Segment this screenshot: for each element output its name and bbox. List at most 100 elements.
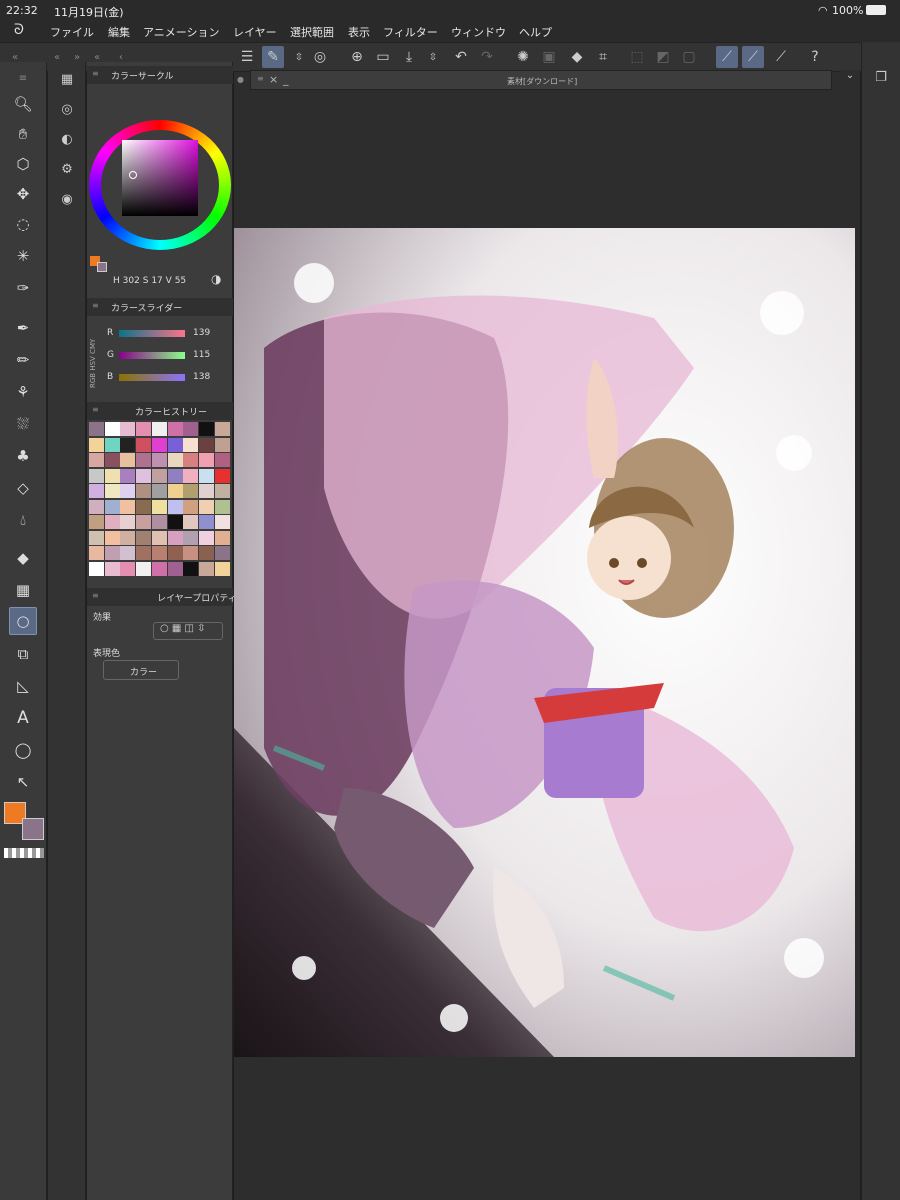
crop-icon[interactable]: ▢ [678,46,700,68]
history-swatch[interactable] [89,484,104,498]
transparent-color-swatch[interactable] [4,848,44,858]
history-swatch[interactable] [167,499,183,514]
correct-line-icon[interactable]: ↖ [9,768,37,796]
grid-icon[interactable]: ▦ [56,68,78,90]
layer-property-title[interactable]: レイヤープロパティ [157,591,237,604]
history-swatch[interactable] [104,468,120,483]
updown-icon[interactable]: ⇳ [422,46,444,68]
text-icon[interactable]: A [9,704,37,732]
redo-icon[interactable]: ↷ [476,46,498,68]
history-swatch[interactable] [136,561,152,576]
grid-snap-icon[interactable]: ⟋ [770,46,792,68]
object-select-icon[interactable]: ⬡ [9,150,37,178]
menu-view[interactable]: 表示 [348,24,370,40]
sub-color-mini[interactable] [97,262,107,272]
menu-edit[interactable]: 編集 [108,24,130,40]
logo-mark-icon[interactable]: ◎ [309,46,331,68]
history-swatch[interactable] [104,422,120,436]
color-history-title[interactable]: カラーヒストリー [135,405,207,418]
history-swatch[interactable] [167,515,183,529]
eyedropper-icon[interactable]: ✑ [9,274,37,302]
color-slider-title[interactable]: カラースライダー [111,301,182,314]
history-swatch[interactable] [183,484,199,498]
history-swatch[interactable] [198,468,214,483]
balloon-icon[interactable]: ◯ [9,736,37,764]
sub-color-swatch[interactable] [22,818,44,840]
history-swatch[interactable] [167,530,183,545]
history-swatch[interactable] [104,546,120,560]
fill-tool-icon[interactable]: ◆ [9,544,37,572]
history-swatch[interactable] [167,437,183,452]
history-swatch[interactable] [120,484,136,498]
history-swatch[interactable] [89,561,104,576]
history-swatch[interactable] [120,499,136,514]
history-swatch[interactable] [89,515,104,529]
history-swatch[interactable] [120,422,136,436]
ruler-snap-icon[interactable]: ⟋ [716,46,738,68]
chevron-down-icon[interactable]: ⌄ [840,70,860,88]
help-icon[interactable]: ? [804,46,826,68]
color-circle-title[interactable]: カラーサークル [111,69,174,82]
history-swatch[interactable] [214,546,230,560]
history-swatch[interactable] [167,468,183,483]
magic-wand-icon[interactable]: ✳ [9,242,37,270]
history-swatch[interactable] [151,422,167,436]
menu-animation[interactable]: アニメーション [143,24,220,40]
history-swatch[interactable] [120,546,136,560]
history-swatch[interactable] [198,484,214,498]
history-swatch[interactable] [214,499,230,514]
quick-access-icon[interactable]: ✎ [262,46,284,68]
slider-mode-tabs[interactable]: RGB HSV CMY [89,318,101,388]
pencil-icon[interactable]: ✏ [9,346,37,374]
history-swatch[interactable] [214,530,230,545]
menu-help[interactable]: ヘルプ [519,24,552,40]
frame-border-icon[interactable]: ⧉ [9,640,37,668]
history-swatch[interactable] [151,484,167,498]
eraser-icon[interactable]: ◇ [9,474,37,502]
g-value[interactable]: 115 [193,350,210,360]
navigator-icon[interactable]: ◎ [56,98,78,120]
history-swatch[interactable] [120,453,136,467]
history-swatch[interactable] [136,499,152,514]
history-swatch[interactable] [136,515,152,529]
history-swatch[interactable] [214,422,230,436]
layers-icon[interactable]: ❐ [870,70,892,92]
history-swatch[interactable] [104,561,120,576]
minimize-icon[interactable]: _ [283,73,289,86]
history-swatch[interactable] [167,484,183,498]
history-swatch[interactable] [214,561,230,576]
undo-icon[interactable]: ↶ [450,46,472,68]
history-swatch[interactable] [183,530,199,545]
figure-tool-icon[interactable]: ○ [9,607,37,635]
mode-rgb[interactable]: RGB [89,373,97,388]
history-swatch[interactable] [151,437,167,452]
history-swatch[interactable] [136,530,152,545]
special-ruler-icon[interactable]: ⟋ [742,46,764,68]
history-swatch[interactable] [183,468,199,483]
effect-buttons[interactable]: ○ ▦ ◫ ⇳ [153,622,223,640]
history-swatch[interactable] [151,453,167,467]
history-swatch[interactable] [120,530,136,545]
zoom-icon[interactable]: 🔍︎ [9,90,37,118]
move-icon[interactable]: ✥ [9,180,37,208]
app-logo-icon[interactable]: ᘐ [14,22,24,38]
history-swatch[interactable] [151,468,167,483]
history-swatch[interactable] [214,468,230,483]
history-swatch[interactable] [136,546,152,560]
history-swatch[interactable] [104,453,120,467]
history-swatch[interactable] [183,561,199,576]
open-folder-icon[interactable]: ▭ [372,46,394,68]
menu-window[interactable]: ウィンドウ [451,24,506,40]
b-value[interactable]: 138 [193,372,210,382]
history-swatch[interactable] [151,561,167,576]
ruler-icon[interactable]: ◺ [9,672,37,700]
updown-icon[interactable]: ⇳ [288,46,310,68]
transform-icon[interactable]: ⌗ [592,46,614,68]
history-swatch[interactable] [120,561,136,576]
color-mode-icon[interactable]: ◑ [211,272,221,286]
sv-cursor[interactable] [129,171,137,179]
loading-icon[interactable]: ✺ [512,46,534,68]
history-swatch[interactable] [136,484,152,498]
menu-layer[interactable]: レイヤー [233,24,277,40]
history-swatch[interactable] [89,530,104,545]
